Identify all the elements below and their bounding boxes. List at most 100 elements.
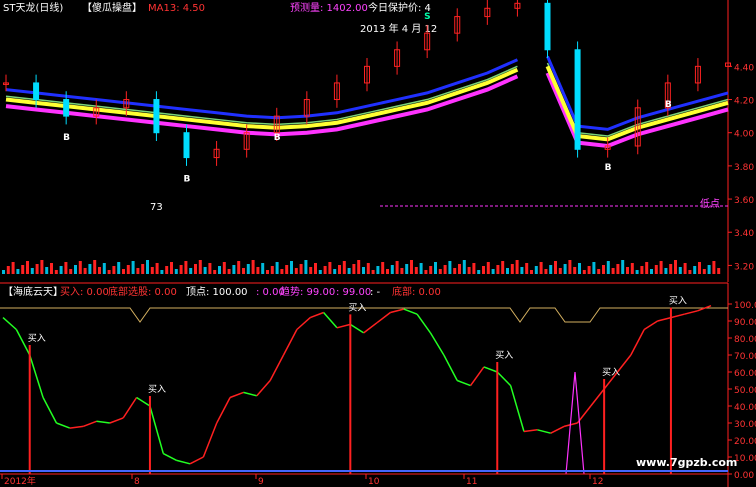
price-axis: 4.40 4.20 4.00 3.80 3.60 3.40 3.20 (728, 63, 754, 272)
volume-bar (93, 260, 97, 274)
buy-signal-label: 买入 (669, 296, 687, 307)
volume-bar (510, 264, 514, 274)
trend-segment (483, 366, 498, 373)
s-signal-label: S (424, 12, 430, 22)
volume-bar (290, 261, 293, 274)
time-tick-label: 12 (592, 477, 603, 487)
b-signal-label: B (665, 100, 672, 110)
trend-segment (69, 425, 84, 429)
trend-segment (509, 385, 525, 432)
volume-bar (597, 269, 601, 274)
volume-bar (424, 270, 428, 274)
volume-bar (587, 266, 591, 274)
volume-bar (525, 263, 529, 274)
candle-body (544, 2, 551, 51)
volume-bar (40, 260, 44, 274)
volume-bar (155, 263, 159, 274)
volume-bar (141, 264, 145, 274)
volume-bar (218, 266, 221, 274)
b-signal-label: B (274, 133, 281, 143)
indicator-tick-label: 90.00 (734, 318, 756, 328)
volume-bar (506, 268, 509, 274)
volume-bar (683, 263, 687, 274)
indicator-top: 顶点: 100.00 (186, 286, 248, 298)
volume-bar (458, 264, 461, 274)
volume-bar (227, 269, 231, 274)
volume-bar (328, 262, 332, 274)
buy-signal-label: 买入 (495, 350, 513, 361)
volume-bar (256, 267, 260, 274)
indicator-dash: : - (370, 287, 381, 298)
b-signal-label: B (605, 163, 612, 173)
volume-bar (299, 264, 303, 274)
indicator-bottom-select: 底部选股: 0.00 (108, 285, 177, 298)
volume-bar (352, 264, 356, 274)
volume-bar (443, 265, 447, 274)
b-signal-label: B (184, 175, 191, 185)
trend-segment (96, 420, 110, 424)
volume-bar (414, 267, 418, 274)
trend-segment (323, 312, 338, 329)
buy-signal-label: 买入 (602, 367, 620, 378)
trend-segment (349, 323, 365, 334)
volume-bar (35, 264, 39, 274)
indicator-tick-label: 20.00 (734, 437, 756, 447)
volume-bar (606, 261, 610, 274)
trend-segment (243, 391, 257, 397)
price-tick-label: 3.40 (734, 229, 754, 239)
trend-segment (109, 417, 124, 424)
volume-bar (453, 268, 457, 274)
candle-body (183, 132, 190, 159)
volume-bar (693, 266, 697, 274)
volume-bar (304, 260, 308, 274)
candle-body (33, 82, 40, 101)
volume-bar (189, 268, 193, 274)
volume-bar (448, 261, 452, 274)
volume-bar (405, 264, 409, 274)
trend-segment (269, 354, 285, 381)
volume-bar (160, 270, 164, 274)
volume-bar (184, 261, 188, 274)
volume-bar (285, 265, 289, 274)
volume-bar (573, 267, 577, 274)
price-tick-label: 3.20 (734, 262, 754, 272)
volume-bar (50, 263, 53, 274)
trend-segment (82, 420, 97, 428)
indicator-tick-label: 40.00 (734, 403, 756, 413)
time-tick-label: 10 (368, 477, 380, 487)
volume-bar (381, 262, 385, 274)
volume-bar (69, 269, 73, 274)
volume-bar (568, 260, 572, 274)
trend-segment (189, 456, 204, 465)
volume-bar (717, 268, 721, 274)
volume-bar (179, 265, 183, 274)
price-tick-label: 3.80 (734, 163, 754, 173)
trend-segment (590, 388, 605, 407)
volume-bar (501, 261, 505, 274)
b-signal-label: B (63, 133, 70, 143)
trend-segment (149, 405, 165, 454)
price-tick-label: 3.60 (734, 196, 754, 206)
volume-bar (702, 269, 706, 274)
trend-segment (443, 354, 458, 381)
volume-bar (698, 262, 701, 274)
volume-bar (707, 265, 711, 274)
buy-signal-label: 买入 (348, 302, 366, 313)
volume-bar (482, 266, 485, 274)
volume-bar (117, 262, 121, 274)
trend-segment (363, 322, 378, 334)
volume-bar (669, 264, 673, 274)
trend-segment (176, 459, 191, 465)
volume-bar (645, 262, 649, 274)
stock-title: ST天龙(日线) (3, 1, 63, 14)
trend-segment (523, 429, 538, 433)
volume-bar (11, 262, 15, 274)
volume-bar (314, 263, 317, 274)
volume-bar (558, 268, 562, 274)
volume-bar (242, 268, 245, 274)
volume-bar (64, 262, 68, 274)
volume-bar (16, 269, 20, 274)
trend-segment (469, 366, 485, 387)
volume-bar (549, 265, 553, 274)
trend-segment (376, 311, 391, 324)
